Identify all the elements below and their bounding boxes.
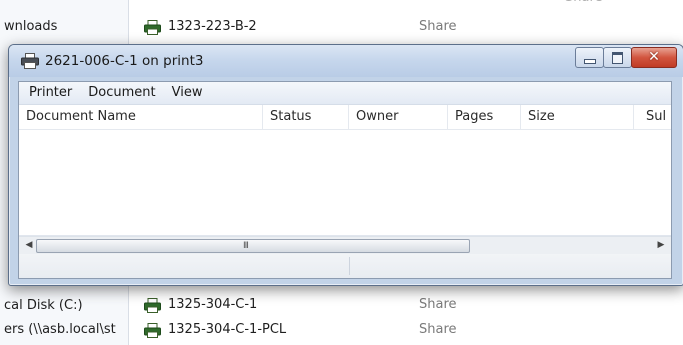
column-status[interactable]: Status bbox=[263, 105, 349, 129]
printer-share-label: Share bbox=[419, 19, 457, 34]
column-pages[interactable]: Pages bbox=[448, 105, 521, 129]
scroll-right-arrow-icon[interactable]: ▶ bbox=[653, 237, 669, 254]
printer-share-label: Share bbox=[419, 322, 457, 337]
printer-icon bbox=[21, 53, 39, 69]
sidebar-item-label: ers (\\asb.local\st bbox=[4, 322, 116, 337]
menu-bar: Printer Document View bbox=[19, 82, 671, 105]
scrollbar-grip: III bbox=[243, 241, 249, 251]
window-titlebar[interactable]: 2621-006-C-1 on print3 ✕ bbox=[9, 45, 683, 77]
sidebar-item-downloads[interactable]: wnloads bbox=[4, 17, 57, 37]
minimize-icon bbox=[584, 59, 596, 64]
list-item[interactable]: 1323-223-B-2 Share bbox=[144, 17, 666, 37]
column-owner[interactable]: Owner bbox=[349, 105, 448, 129]
column-size[interactable]: Size bbox=[521, 105, 634, 129]
window-client-area: Printer Document View Document Name Stat… bbox=[18, 81, 672, 279]
printer-icon bbox=[144, 298, 161, 313]
printer-name: 1323-223-B-2 bbox=[168, 19, 257, 34]
close-icon: ✕ bbox=[648, 49, 660, 65]
list-item[interactable]: 1325-304-C-1-PCL Share bbox=[144, 320, 666, 340]
horizontal-scrollbar[interactable]: ◀ III ▶ bbox=[19, 236, 671, 254]
printer-icon bbox=[144, 20, 161, 35]
sidebar-item-network-share[interactable]: ers (\\asb.local\st bbox=[4, 320, 116, 340]
printer-name: 1325-304-C-1-PCL bbox=[168, 322, 287, 337]
sidebar-item-label: cal Disk (C:) bbox=[4, 298, 83, 313]
maximize-button[interactable] bbox=[603, 47, 632, 68]
printer-share-label: Share bbox=[565, 0, 603, 8]
column-header-row: Document Name Status Owner Pages Size Su… bbox=[19, 105, 671, 130]
printer-name: 1325-304-C-1 bbox=[168, 297, 258, 312]
list-item: Share bbox=[146, 0, 666, 8]
document-list[interactable]: Document Name Status Owner Pages Size Su… bbox=[19, 105, 671, 236]
printer-share-label: Share bbox=[419, 297, 457, 312]
close-button[interactable]: ✕ bbox=[631, 47, 677, 68]
scroll-left-arrow-icon[interactable]: ◀ bbox=[21, 237, 37, 254]
column-document-name[interactable]: Document Name bbox=[19, 105, 263, 129]
sidebar-item-local-disk[interactable]: cal Disk (C:) bbox=[4, 296, 83, 316]
print-queue-window: 2621-006-C-1 on print3 ✕ Printer Documen… bbox=[8, 44, 683, 286]
sidebar-item-label: wnloads bbox=[4, 19, 58, 34]
column-submitted[interactable]: Sul bbox=[639, 105, 671, 129]
menu-printer[interactable]: Printer bbox=[19, 82, 80, 104]
status-bar bbox=[19, 254, 671, 278]
minimize-button[interactable] bbox=[575, 47, 604, 68]
maximize-icon bbox=[612, 52, 623, 64]
status-pane bbox=[19, 257, 350, 275]
window-title: 2621-006-C-1 on print3 bbox=[45, 53, 204, 69]
menu-view[interactable]: View bbox=[164, 82, 211, 104]
list-item[interactable]: 1325-304-C-1 Share bbox=[144, 295, 666, 315]
menu-document[interactable]: Document bbox=[80, 82, 163, 104]
scrollbar-thumb[interactable]: III bbox=[36, 239, 470, 253]
window-controls: ✕ bbox=[575, 47, 677, 68]
document-list-body[interactable] bbox=[19, 130, 671, 235]
printer-icon bbox=[144, 323, 161, 338]
